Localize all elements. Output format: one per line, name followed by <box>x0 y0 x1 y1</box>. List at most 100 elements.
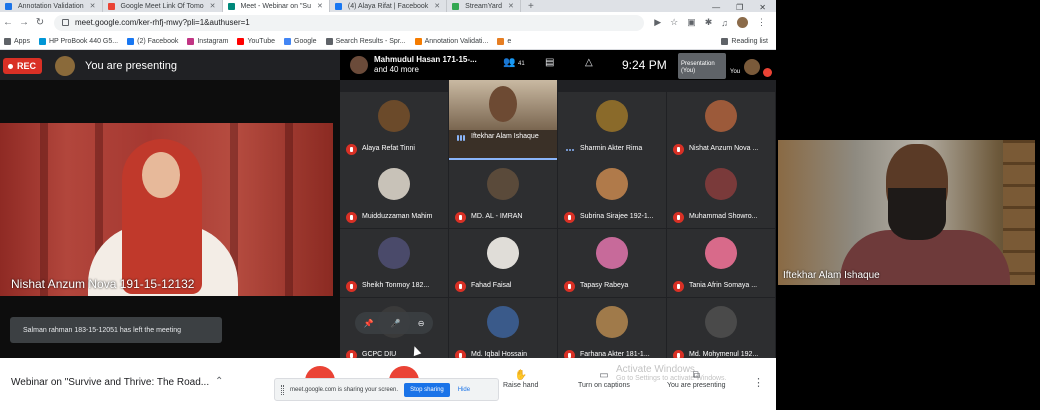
self-presentation-tile[interactable]: Presentation (You) <box>678 53 726 79</box>
meeting-title[interactable]: Webinar on "Survive and Thrive: The Road… <box>11 377 209 388</box>
participant-tile[interactable]: Nishat Anzum Nova ... <box>667 92 775 160</box>
people-icon[interactable]: 👥 <box>503 57 515 68</box>
chat-icon[interactable]: ▤ <box>545 57 554 68</box>
participant-tile[interactable]: Alaya Refat Tinni <box>340 92 448 160</box>
hide-button[interactable]: Hide <box>458 387 470 393</box>
raise-hand-button[interactable]: ✋ Raise hand <box>503 370 538 389</box>
instagram-icon <box>187 37 195 45</box>
participant-tile[interactable]: Sharmin Akter Rima <box>558 92 666 160</box>
avatar <box>705 237 737 269</box>
mic-off-icon <box>346 281 357 292</box>
star-icon[interactable]: ☆ <box>670 17 678 28</box>
participant-tile[interactable]: Subrina Sirajee 192-1... <box>558 160 666 228</box>
participant-tile[interactable]: Md. Mohymenul 192... <box>667 298 775 366</box>
avatar <box>596 168 628 200</box>
more-vert-icon[interactable]: ⋮ <box>753 376 764 389</box>
mute-icon[interactable]: 🎤 <box>391 319 401 328</box>
bookmark-search-results[interactable]: Search Results - Spr... <box>325 37 406 45</box>
bookmarks-bar: Apps HP ProBook 440 G5... (2) Facebook I… <box>0 33 776 50</box>
participant-tile[interactable]: Muidduzzaman Mahim <box>340 160 448 228</box>
bookmark-annotation-validation[interactable]: Annotation Validati... <box>414 37 489 45</box>
forward-icon[interactable]: → <box>16 17 32 28</box>
participant-tile[interactable]: Tapasy Rabeya <box>558 229 666 297</box>
close-icon[interactable]: ✕ <box>90 2 96 10</box>
presenter-face <box>142 152 180 198</box>
avatar <box>487 306 519 338</box>
bookmark-youtube[interactable]: YouTube <box>237 37 275 45</box>
activities-icon[interactable]: △ <box>585 57 593 68</box>
participant-tile[interactable]: MD. AL - IMRAN <box>449 160 557 228</box>
participant-name: Farhana Akter 181-1... <box>580 351 650 358</box>
participant-name: Muidduzzaman Mahim <box>362 213 433 220</box>
address-bar: ← → ↻ meet.google.com/ker-rhfj-mwy?pli=1… <box>0 12 776 33</box>
reload-icon[interactable]: ↻ <box>32 17 48 28</box>
close-window-icon[interactable]: ✕ <box>759 3 766 12</box>
facebook-icon <box>127 37 135 45</box>
speaking-dots-icon <box>564 144 575 155</box>
bookmark-apps[interactable]: Apps <box>4 37 30 45</box>
bookmark-label: (2) Facebook <box>137 37 179 45</box>
speaking-icon <box>455 132 466 143</box>
menu-icon[interactable]: ⋮ <box>757 17 766 28</box>
participant-name: Fahad Faisal <box>471 282 512 289</box>
spotlight-name: Nishat Anzum Nova 191-15-12132 <box>11 277 195 291</box>
raise-hand-label: Raise hand <box>503 382 539 389</box>
tile-hover-controls: 📌 🎤 ⊖ <box>355 312 433 334</box>
close-icon[interactable]: ✕ <box>434 2 440 10</box>
participant-tile[interactable]: Muhammad Showro... <box>667 160 775 228</box>
close-icon[interactable]: ✕ <box>508 2 514 10</box>
media-icon[interactable]: ♫ <box>721 18 728 28</box>
avatar <box>705 100 737 132</box>
tab-meet-webinar[interactable]: Meet - Webinar on "Su ✕ <box>222 0 330 12</box>
camera-indicator-icon[interactable]: ▶ <box>654 17 661 28</box>
participant-tile[interactable]: Sheikh Tonmoy 182... <box>340 229 448 297</box>
minimize-icon[interactable]: — <box>712 3 720 12</box>
profile-avatar[interactable] <box>737 17 748 28</box>
chevron-up-icon[interactable]: ⌃ <box>215 376 223 387</box>
participant-tile[interactable]: Md. Iqbal Hossain <box>449 298 557 366</box>
bookmark-instagram[interactable]: Instagram <box>187 37 228 45</box>
tab-streamyard[interactable]: StreamYard ✕ <box>447 0 521 12</box>
participant-tile[interactable]: Fahad Faisal <box>449 229 557 297</box>
extension-icon[interactable]: ▣ <box>687 17 696 28</box>
tab-google-meet-link[interactable]: Google Meet Link Of Tomo ✕ <box>103 0 223 12</box>
meet-icon <box>227 3 235 10</box>
youtube-icon <box>237 37 245 45</box>
lock-icon[interactable] <box>62 19 69 26</box>
presenting-status: You are presenting <box>85 60 177 72</box>
reading-list-button[interactable]: Reading list <box>721 37 768 45</box>
bookmark-facebook[interactable]: (2) Facebook <box>127 37 179 45</box>
maximize-icon[interactable]: ❐ <box>736 3 743 12</box>
webcam-person-beard <box>888 188 946 240</box>
close-icon[interactable]: ✕ <box>317 2 323 10</box>
mic-off-icon <box>673 281 684 292</box>
tab-facebook[interactable]: (4) Alaya Rifat | Facebook ✕ <box>330 0 448 12</box>
participant-tile[interactable]: Farhana Akter 181-1... <box>558 298 666 366</box>
tab-annotation-validation[interactable]: Annotation Validation ✕ <box>0 0 103 12</box>
participant-name: GCPC DIU <box>362 351 397 358</box>
stop-sharing-button[interactable]: Stop sharing <box>404 382 450 397</box>
screen: Annotation Validation ✕ Google Meet Link … <box>0 0 1040 410</box>
bookmark-hp-probook[interactable]: HP ProBook 440 G5... <box>38 37 119 45</box>
close-icon[interactable]: ✕ <box>210 2 216 10</box>
bookmark-label: HP ProBook 440 G5... <box>48 37 119 45</box>
avatar <box>378 168 410 200</box>
mic-off-icon <box>673 144 684 155</box>
new-tab-button[interactable]: + <box>521 1 541 12</box>
avatar <box>744 59 760 75</box>
participant-tile[interactable]: Iftekhar Alam Ishaque <box>449 80 557 160</box>
drag-handle-icon[interactable] <box>281 384 284 395</box>
bookmark-e[interactable]: e <box>497 37 511 45</box>
participant-tile[interactable]: Tania Afrin Somaya ... <box>667 229 775 297</box>
pin-icon[interactable]: 📌 <box>364 319 374 328</box>
share-text: meet.google.com is sharing your screen. <box>290 386 399 393</box>
bookmark-label: Annotation Validati... <box>424 37 489 45</box>
present-label: You are presenting <box>667 382 726 389</box>
back-icon[interactable]: ← <box>0 17 16 28</box>
url-input[interactable]: meet.google.com/ker-rhfj-mwy?pli=1&authu… <box>54 14 644 31</box>
participant-name: Md. Mohymenul 192... <box>689 351 759 358</box>
bookmark-google[interactable]: Google <box>284 37 317 45</box>
participant-name: Sheikh Tonmoy 182... <box>362 282 430 289</box>
remove-icon[interactable]: ⊖ <box>418 319 425 328</box>
puzzle-icon[interactable]: ✱ <box>705 17 713 28</box>
